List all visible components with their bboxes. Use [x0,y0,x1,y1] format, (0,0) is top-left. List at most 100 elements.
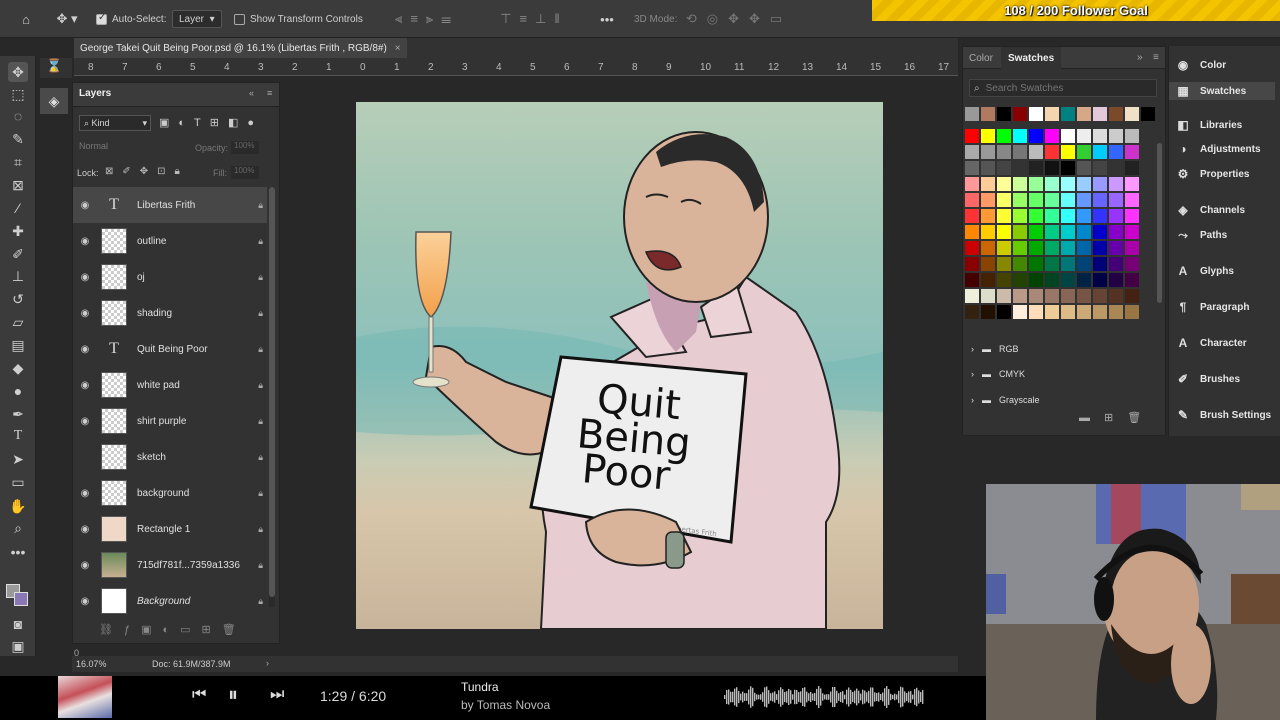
color-swatch[interactable] [1093,241,1107,255]
color-swatch[interactable] [1013,209,1027,223]
color-swatch[interactable] [997,145,1011,159]
layer-filter-icons[interactable]: ▣◐T⊞◧● [159,116,279,129]
color-swatch[interactable] [1061,145,1075,159]
color-swatch[interactable] [1061,273,1075,287]
panel-item-brushes[interactable]: ✐ Brushes [1175,372,1240,386]
layers-panel-icon[interactable]: ◈ [40,88,68,114]
color-swatch[interactable] [1093,289,1107,303]
opacity-field[interactable]: 100% [231,141,259,154]
visibility-eye-icon[interactable]: ◉ [75,380,95,391]
screen-mode-icon[interactable]: ▣ [8,636,28,656]
color-swatch[interactable] [1109,289,1123,303]
more-tools-icon[interactable]: ••• [8,542,28,562]
next-track-icon[interactable]: ⏭ [270,686,284,704]
visibility-eye-icon[interactable]: ◉ [75,308,95,319]
close-tab-icon[interactable]: × [395,43,401,54]
healing-tool-icon[interactable]: ✚ [8,221,28,241]
layer-row[interactable]: sketch 🔒︎ [73,439,267,475]
color-swatch[interactable] [1061,177,1075,191]
color-swatch[interactable] [997,289,1011,303]
panel-item-libraries[interactable]: ◧ Libraries [1175,118,1242,132]
collapse-panel-icon[interactable]: » [1137,52,1143,63]
swatch-search-input[interactable] [985,82,1136,94]
color-swatch[interactable] [1077,273,1091,287]
color-swatch[interactable] [997,177,1011,191]
type-tool-icon[interactable]: T [8,426,28,446]
layer-row[interactable]: ◉ shading 🔒︎ [73,295,267,331]
color-swatch[interactable] [1029,161,1043,175]
swatch-folder-cmyk[interactable]: › ▬ CMYK [971,369,1025,379]
color-swatch[interactable] [981,129,995,143]
color-swatch[interactable] [1013,177,1027,191]
color-swatch[interactable] [1045,177,1059,191]
artwork-canvas[interactable]: Quit Being Poor Libertas Frith [356,102,883,629]
eyedropper-tool-icon[interactable]: ⁄ [8,198,28,218]
panel-menu-icon[interactable]: ≡ [267,88,272,98]
move-tool-icon[interactable]: ✥ [8,62,28,82]
panel-item-brush-settings[interactable]: ✎ Brush Settings [1175,408,1271,422]
color-swatch[interactable] [1125,129,1139,143]
status-menu-arrow-icon[interactable]: › [266,658,269,668]
color-swatch[interactable] [1045,209,1059,223]
color-swatch[interactable] [1013,107,1027,121]
color-swatch[interactable] [1013,145,1027,159]
panel-item-channels[interactable]: ◈ Channels [1175,203,1245,217]
color-swatch[interactable] [981,161,995,175]
color-swatch[interactable] [1045,241,1059,255]
color-swatch[interactable] [965,161,979,175]
color-swatch[interactable] [1013,257,1027,271]
frame-tool-icon[interactable]: ⊠ [8,175,28,195]
color-swatch[interactable] [981,193,995,207]
history-brush-tool-icon[interactable]: ↺ [8,289,28,309]
swatch-folder-grayscale[interactable]: › ▬ Grayscale [971,395,1040,405]
layer-name[interactable]: background [137,488,258,499]
color-swatch[interactable] [965,129,979,143]
color-swatch[interactable] [1077,145,1091,159]
layer-row[interactable]: ◉ white pad 🔒︎ [73,367,267,403]
color-swatch[interactable] [965,209,979,223]
color-swatch[interactable] [1125,241,1139,255]
fill-field[interactable]: 100% [231,166,259,179]
color-swatch[interactable] [981,289,995,303]
filter-kind-dropdown[interactable]: ⌕ Kind ▾ [79,115,151,131]
lock-icons[interactable]: ⊠✐✥⊡🔒︎ [105,166,189,177]
color-swatch[interactable] [1141,107,1155,121]
color-swatch[interactable] [1061,193,1075,207]
color-swatch[interactable] [997,107,1011,121]
color-swatch[interactable] [981,305,995,319]
color-swatch[interactable] [1013,225,1027,239]
visibility-eye-icon[interactable]: ◉ [75,272,95,283]
color-swatch[interactable] [1029,177,1043,191]
color-swatch[interactable] [965,193,979,207]
color-swatch[interactable] [981,107,995,121]
color-swatch[interactable] [1029,209,1043,223]
color-swatch[interactable] [1093,107,1107,121]
color-swatch[interactable] [1077,209,1091,223]
color-swatch[interactable] [1125,209,1139,223]
visibility-eye-icon[interactable]: ◉ [75,524,95,535]
color-swatch[interactable] [1045,289,1059,303]
color-swatch[interactable] [965,273,979,287]
zoom-level[interactable]: 16.07% [76,659,107,669]
color-swatch[interactable] [997,193,1011,207]
color-swatch[interactable] [1045,193,1059,207]
color-swatch[interactable] [1109,161,1123,175]
color-swatch[interactable] [1109,305,1123,319]
color-swatch[interactable] [1061,289,1075,303]
layer-row[interactable]: ◉ T Quit Being Poor 🔒︎ [73,331,267,367]
color-swatch[interactable] [1013,289,1027,303]
layer-name[interactable]: Rectangle 1 [137,524,258,535]
color-swatch[interactable] [1045,305,1059,319]
color-swatch[interactable] [1061,107,1075,121]
visibility-eye-icon[interactable]: ◉ [75,560,95,571]
color-swatch[interactable] [1093,225,1107,239]
gradient-tool-icon[interactable]: ▤ [8,335,28,355]
color-swatch[interactable] [1125,193,1139,207]
layers-scrollbar[interactable] [269,187,275,607]
panel-item-adjustments[interactable]: ◑ Adjustments [1175,142,1260,156]
color-swatch[interactable] [981,225,995,239]
visibility-eye-icon[interactable]: ◉ [75,236,95,247]
color-swatch[interactable] [1125,225,1139,239]
color-swatch[interactable] [965,225,979,239]
panel-item-paragraph[interactable]: ¶ Paragraph [1175,300,1250,314]
